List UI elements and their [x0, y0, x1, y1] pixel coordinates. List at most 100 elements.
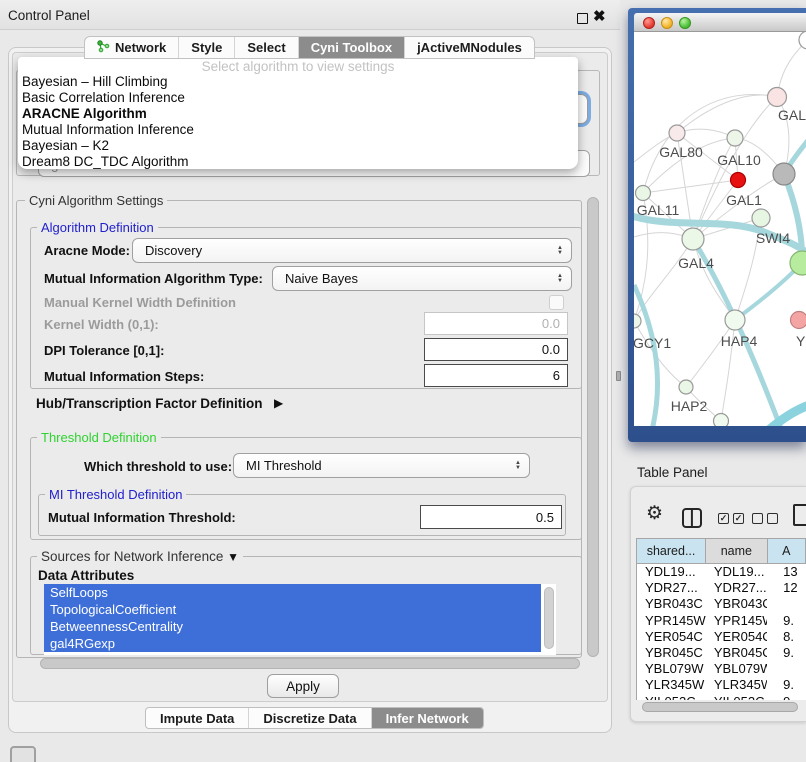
aracne-mode-label: Aracne Mode:: [44, 243, 130, 258]
apply-button[interactable]: Apply: [267, 674, 339, 698]
network-node-gal[interactable]: [768, 88, 787, 107]
network-node-gal10[interactable]: [727, 130, 743, 146]
split-pane-grip[interactable]: [616, 371, 621, 381]
tab-style[interactable]: Style: [179, 37, 235, 58]
table-row[interactable]: YBR043CYBR043C: [637, 596, 806, 612]
algorithm-option-basic-correlation-inference[interactable]: Basic Correlation Inference: [22, 90, 574, 106]
expand-arrow-icon[interactable]: ▶: [274, 396, 283, 410]
network-node-gal4[interactable]: [682, 228, 704, 250]
node-table: shared...nameA YDL19...YDL19...13YDR27..…: [636, 538, 806, 700]
aracne-mode-combobox[interactable]: Discovery ▲▼: [132, 238, 572, 263]
network-node-y[interactable]: [791, 312, 806, 329]
network-node[interactable]: [773, 163, 795, 185]
float-panel-icon[interactable]: [577, 13, 588, 24]
table-row[interactable]: YLR345WYLR345W9.: [637, 677, 806, 693]
table-row[interactable]: YER054CYER054C8.: [637, 629, 806, 645]
settings-vertical-scrollbar[interactable]: [587, 197, 599, 657]
tab-impute-data[interactable]: Impute Data: [146, 708, 249, 728]
dpi-tolerance-field[interactable]: 0.0: [424, 338, 568, 361]
network-node-gal1[interactable]: [731, 173, 746, 188]
select-all-columns-icon[interactable]: ✓✓: [718, 513, 744, 524]
table-row[interactable]: YIL052CYIL052C9.: [637, 694, 806, 701]
manual-kernel-checkbox[interactable]: [549, 295, 564, 310]
network-edge[interactable]: [677, 129, 735, 138]
network-node-hap4[interactable]: [725, 310, 745, 330]
attribute-item-betweennesscentrality[interactable]: BetweennessCentrality: [44, 618, 541, 635]
network-node-label: GCY1: [634, 335, 671, 351]
network-edge[interactable]: [634, 321, 686, 387]
tab-select[interactable]: Select: [235, 37, 298, 58]
network-canvas[interactable]: GALGAL80GAL10GAL1GAL11SWI4GAL4GCY1HAP4YH…: [634, 32, 806, 426]
network-node-label: GAL80: [659, 144, 703, 160]
list-scrollbar[interactable]: [544, 587, 554, 649]
new-table-icon[interactable]: [793, 504, 806, 526]
network-node[interactable]: [799, 32, 806, 49]
which-threshold-combobox[interactable]: MI Threshold ▲▼: [233, 453, 530, 478]
attribute-item-topologicalcoefficient[interactable]: TopologicalCoefficient: [44, 601, 541, 618]
minimized-panel-icon[interactable]: [10, 746, 36, 762]
table-cell: YDR27...: [637, 580, 706, 596]
network-node-gal80[interactable]: [669, 125, 685, 141]
mi-steps-field[interactable]: 6: [424, 364, 568, 387]
collapse-arrow-icon[interactable]: ▼: [227, 550, 239, 564]
network-edge[interactable]: [735, 263, 802, 320]
algorithm-option-mutual-information-inference[interactable]: Mutual Information Inference: [22, 122, 574, 138]
table-row[interactable]: YBR045CYBR045C9.: [637, 645, 806, 661]
network-node-label: GAL1: [726, 192, 762, 208]
table-cell: YDL19...: [637, 564, 706, 580]
network-node[interactable]: [714, 414, 729, 427]
kernel-width-field[interactable]: 0.0: [424, 312, 568, 335]
network-node-gcy1[interactable]: [634, 314, 641, 328]
gear-icon[interactable]: ⚙: [646, 502, 663, 525]
algorithm-option-dream8-dc-tdc-algorithm[interactable]: Dream8 DC_TDC Algorithm: [22, 154, 574, 170]
table-body: YDL19...YDL19...13YDR27...YDR27...12YBR0…: [637, 564, 806, 700]
data-attributes-label: Data Attributes: [38, 568, 134, 583]
algorithm-option-aracne-algorithm[interactable]: ARACNE Algorithm: [22, 106, 574, 122]
table-cell: YPR145W: [706, 613, 767, 629]
tab-infer-network[interactable]: Infer Network: [372, 708, 483, 728]
table-row[interactable]: YDL19...YDL19...13: [637, 564, 806, 580]
mi-threshold-field[interactable]: 0.5: [420, 505, 562, 529]
settings-horizontal-scrollbar[interactable]: [40, 658, 580, 669]
tab-discretize-data[interactable]: Discretize Data: [249, 708, 371, 728]
columns-icon[interactable]: [682, 508, 702, 528]
table-cell: 9.: [767, 645, 806, 661]
network-edge[interactable]: [752, 404, 806, 426]
checked-box-icon: ✓: [733, 513, 744, 524]
mi-type-combobox[interactable]: Naive Bayes ▲▼: [272, 266, 572, 291]
column-header-name[interactable]: name: [706, 539, 767, 564]
column-header-shared[interactable]: shared...: [637, 539, 706, 564]
attribute-item-gal4rgexp[interactable]: gal4RGexp: [44, 635, 541, 652]
table-row[interactable]: YDR27...YDR27...12: [637, 580, 806, 596]
tab-label: Cyni Toolbox: [311, 40, 392, 55]
algorithm-option-bayesian-k2[interactable]: Bayesian – K2: [22, 138, 574, 154]
deselect-all-columns-icon[interactable]: [752, 513, 778, 524]
network-node-gal11[interactable]: [636, 186, 651, 201]
minimize-window-button[interactable]: [661, 17, 673, 29]
algorithm-option-bayesian-hill-climbing[interactable]: Bayesian – Hill Climbing: [22, 74, 574, 90]
control-panel-titlebar: Control Panel ✖: [0, 0, 620, 30]
table-horizontal-scrollbar[interactable]: [642, 702, 798, 712]
table-cell: YBR045C: [637, 645, 706, 661]
network-edge[interactable]: [784, 174, 802, 263]
network-edge[interactable]: [643, 180, 738, 193]
table-toolbar: ⚙ ✓✓: [630, 500, 806, 534]
tab-network[interactable]: Network: [85, 37, 179, 58]
close-panel-icon[interactable]: ✖: [593, 7, 606, 25]
zoom-window-button[interactable]: [679, 17, 691, 29]
column-header-a[interactable]: A: [768, 539, 806, 564]
close-window-button[interactable]: [643, 17, 655, 29]
dropdown-prompt: Select algorithm to view settings: [18, 59, 578, 74]
network-graph: GALGAL80GAL10GAL1GAL11SWI4GAL4GCY1HAP4YH…: [634, 32, 806, 426]
which-threshold-label: Which threshold to use:: [84, 459, 232, 474]
attribute-item-selfloops[interactable]: SelfLoops: [44, 584, 541, 601]
network-node-label: HAP2: [671, 398, 708, 414]
tab-cyni-toolbox[interactable]: Cyni Toolbox: [299, 37, 405, 58]
table-row[interactable]: YBL079WYBL079W: [637, 661, 806, 677]
table-row[interactable]: YPR145WYPR145W9.: [637, 613, 806, 629]
network-node-label: GAL: [778, 107, 806, 123]
network-node-hap2[interactable]: [679, 380, 693, 394]
network-node-swi4[interactable]: [752, 209, 770, 227]
network-edge[interactable]: [634, 285, 658, 426]
tab-jactivemnodules[interactable]: jActiveMNodules: [405, 37, 534, 58]
